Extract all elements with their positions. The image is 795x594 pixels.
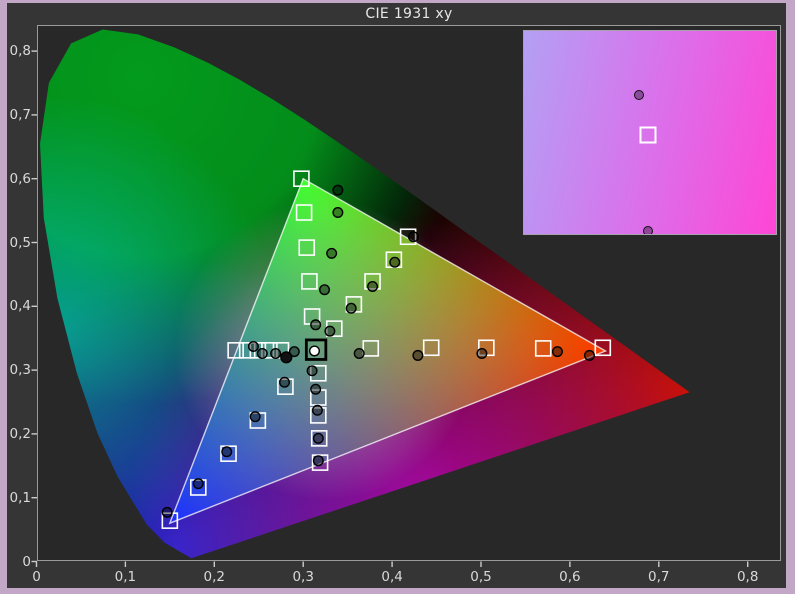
x-tick-label: 0,7 [648,569,670,585]
white-point-zoom-inset [523,30,777,235]
x-tick-label: 0,2 [203,569,226,585]
x-tick-label: 0,5 [470,569,492,585]
y-tick-label: 0,7 [9,106,31,123]
chart-titlebar: CIE 1931 xy [37,3,781,25]
y-tick-label: 0,6 [9,170,31,187]
y-tick-label: 0,4 [9,298,31,315]
x-tick-label: 0 [32,569,41,585]
y-tick-label: 0,3 [9,362,31,379]
chart-title: CIE 1931 xy [365,6,453,22]
screenshot-root: { "window": { "title": "CIE 1931 xy" }, … [0,0,795,594]
inset-circle-marker [634,90,645,101]
y-tick-label: 0,8 [9,43,31,60]
x-tick-label: 0,6 [559,569,581,585]
x-tick-label: 0,4 [381,569,403,585]
x-tick-label: 0,3 [292,569,314,585]
x-tick-label: 0,8 [736,569,759,585]
y-tick-label: 0,1 [9,489,31,506]
inset-square-marker [639,126,657,144]
y-tick-label: 0,5 [9,234,31,251]
y-tick-label: 0,2 [9,425,31,442]
y-tick-label: 0 [22,553,31,570]
inset-circle-marker [642,225,653,234]
x-tick-label: 0,1 [114,569,137,585]
